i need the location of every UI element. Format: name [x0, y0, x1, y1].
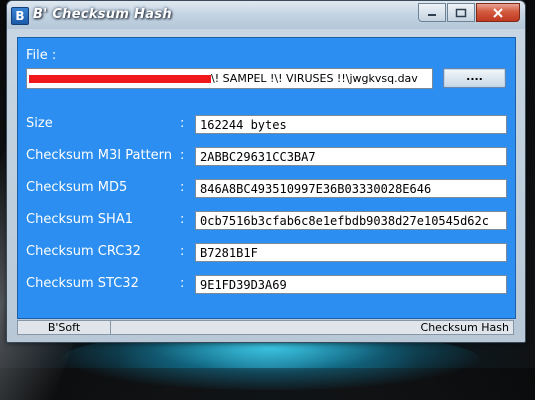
browse-button[interactable]: ....: [443, 68, 506, 88]
sha1-colon: :: [180, 212, 185, 227]
file-path-text: \! SAMPEL !\! VIRUSES !!\jwgkvsq.dav: [211, 72, 418, 85]
status-company: B'Soft: [18, 321, 111, 334]
close-icon: [493, 7, 503, 18]
checksum-hash-window: B B' Checksum Hash File : \! SAMPEL !\! …: [6, 0, 526, 343]
size-field[interactable]: 162244 bytes: [195, 115, 507, 134]
file-label: File :: [26, 48, 57, 63]
md5-field[interactable]: 846A8BC493510997E36B03330028E646: [195, 179, 507, 198]
stc32-field[interactable]: 9E1FD39D3A69: [195, 275, 507, 294]
size-label: Size: [26, 116, 53, 131]
redacted-path-segment: [29, 75, 211, 83]
md5-colon: :: [180, 180, 185, 195]
stc32-colon: :: [180, 276, 185, 291]
maximize-button[interactable]: [447, 3, 475, 22]
crc32-field[interactable]: B7281B1F: [195, 243, 507, 262]
status-app-name: Checksum Hash: [420, 321, 509, 334]
title-bar[interactable]: B B' Checksum Hash: [7, 1, 525, 29]
sha1-label: Checksum SHA1: [26, 212, 133, 227]
m3i-colon: :: [180, 148, 185, 163]
crc32-colon: :: [180, 244, 185, 259]
stc32-label: Checksum STC32: [26, 276, 139, 291]
file-path-field[interactable]: \! SAMPEL !\! VIRUSES !!\jwgkvsq.dav: [26, 68, 433, 89]
md5-label: Checksum MD5: [26, 180, 128, 195]
window-controls: [417, 3, 520, 22]
m3i-label: Checksum M3I Pattern: [26, 148, 173, 163]
status-bar: B'Soft Checksum Hash: [17, 320, 514, 335]
close-button[interactable]: [476, 3, 520, 22]
sha1-field[interactable]: 0cb7516b3cfab6c8e1efbdb9038d27e10545d62c: [195, 211, 507, 230]
minimize-icon: [428, 13, 436, 16]
maximize-icon: [455, 8, 467, 17]
minimize-button[interactable]: [418, 3, 446, 22]
main-panel: File : \! SAMPEL !\! VIRUSES !!\jwgkvsq.…: [17, 37, 516, 319]
m3i-field[interactable]: 2ABBC29631CC3BA7: [195, 147, 507, 166]
app-icon[interactable]: B: [11, 7, 29, 25]
window-title: B' Checksum Hash: [33, 7, 172, 22]
crc32-label: Checksum CRC32: [26, 244, 141, 259]
size-colon: :: [180, 116, 185, 131]
